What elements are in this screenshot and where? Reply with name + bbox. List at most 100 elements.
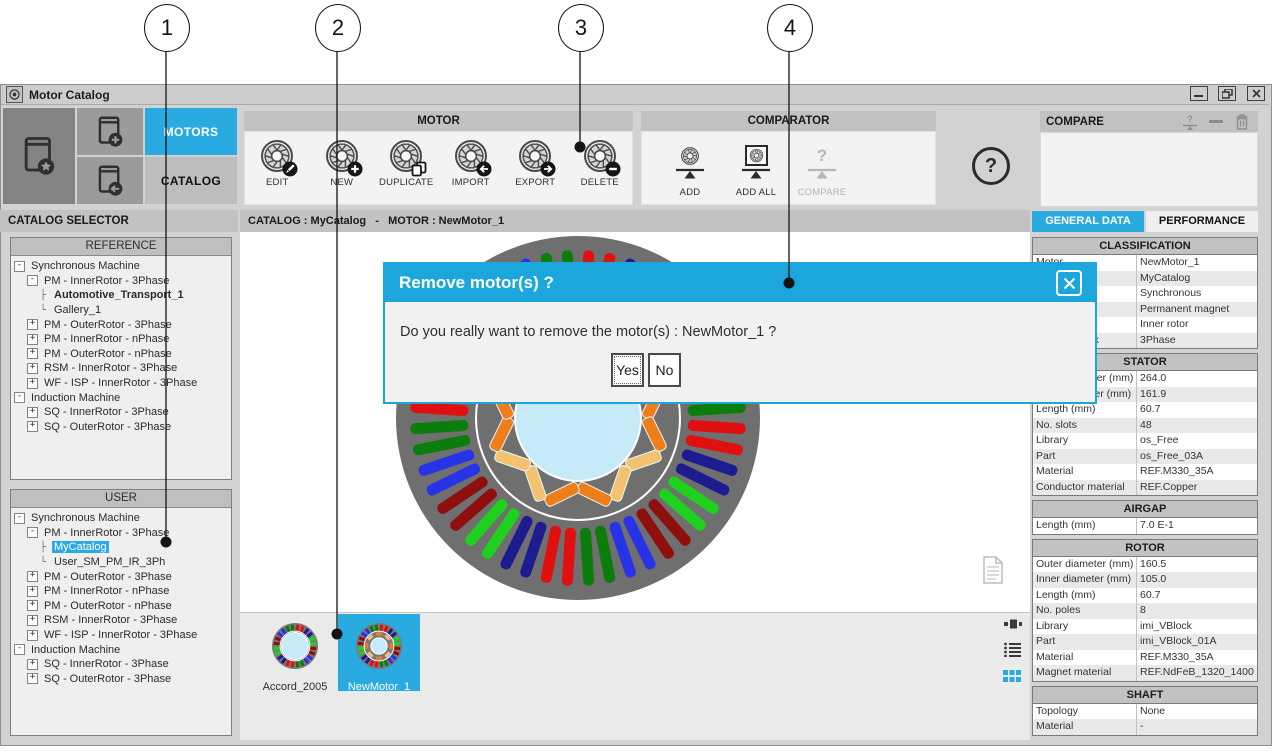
- dialog-close-icon[interactable]: [1056, 270, 1082, 296]
- tree-expander-icon[interactable]: +: [27, 600, 38, 611]
- tree-expander-icon[interactable]: +: [27, 319, 38, 330]
- close-icon[interactable]: [1247, 86, 1265, 101]
- trash-icon[interactable]: [1230, 113, 1254, 130]
- tab-performance[interactable]: PERFORMANCE: [1146, 211, 1258, 232]
- user-item-mycatalog[interactable]: ├MyCatalog: [11, 540, 231, 555]
- tree-expander-icon[interactable]: -: [14, 261, 25, 272]
- reference-item-pm-outerrotor-nphase[interactable]: + PM - OuterRotor - nPhase: [11, 347, 231, 362]
- compare-icon[interactable]: ?: [1178, 113, 1202, 130]
- help-icon[interactable]: ?: [972, 147, 1010, 185]
- balance-icon: [741, 168, 771, 179]
- comparator-button-compare: ? COMPARE: [796, 140, 848, 198]
- motor-toolbar-title: MOTOR: [244, 111, 633, 131]
- row-label: Conductor material: [1033, 480, 1137, 496]
- import-catalog-button[interactable]: [77, 157, 143, 204]
- tree-expander-icon[interactable]: -: [14, 392, 25, 403]
- tree-item-label: WF - ISP - InnerRotor - 3Phase: [42, 377, 199, 389]
- tree-item-label: User_SM_PM_IR_3Ph: [52, 556, 167, 568]
- tree-expander-icon[interactable]: +: [27, 659, 38, 670]
- row-label: Inner diameter (mm): [1033, 572, 1137, 588]
- tree-expander-icon[interactable]: +: [27, 630, 38, 641]
- reference-item-sq-outerrotor-3phase[interactable]: + SQ - OuterRotor - 3Phase: [11, 420, 231, 435]
- table-row: Length (mm)60.7: [1033, 402, 1257, 418]
- reference-item-induction-machine[interactable]: -Induction Machine: [11, 390, 231, 405]
- row-value: 7.0 E-1: [1137, 518, 1257, 534]
- tree-item-label: Induction Machine: [29, 644, 122, 656]
- user-item-sq-innerrotor-3phase[interactable]: + SQ - InnerRotor - 3Phase: [11, 657, 231, 672]
- plus-icon: [347, 161, 363, 177]
- toolbar-button-edit[interactable]: EDIT: [248, 138, 306, 188]
- tree-item-label: PM - OuterRotor - nPhase: [42, 348, 174, 360]
- tab-catalog[interactable]: CATALOG: [145, 157, 237, 204]
- thumbnail-newmotor-1[interactable]: NewMotor_1: [338, 614, 420, 691]
- restore-icon[interactable]: [1218, 86, 1236, 101]
- tree-expander-icon[interactable]: +: [27, 673, 38, 684]
- user-item-pm-outerrotor-nphase[interactable]: +PM - OuterRotor - nPhase: [11, 599, 231, 614]
- remove-from-compare-icon[interactable]: [1204, 113, 1228, 130]
- tree-expander-icon[interactable]: +: [27, 334, 38, 345]
- user-item-user-sm-pm-ir-3ph[interactable]: └User_SM_PM_IR_3Ph: [11, 555, 231, 570]
- boxed-rotor-icon: [745, 145, 768, 166]
- user-item-pm-innerrotor-nphase[interactable]: +PM - InnerRotor - nPhase: [11, 584, 231, 599]
- user-item-sq-outerrotor-3phase[interactable]: +SQ - OuterRotor - 3Phase: [11, 672, 231, 687]
- new-catalog-button[interactable]: [77, 108, 143, 155]
- user-item-rsm-innerrotor-3phase[interactable]: +RSM - InnerRotor - 3Phase: [11, 613, 231, 628]
- user-item-pm-outerrotor-3phase[interactable]: +PM - OuterRotor - 3Phase: [11, 569, 231, 584]
- toolbar-button-duplicate[interactable]: DUPLICATE: [377, 138, 435, 188]
- table-row: TopologyNone: [1033, 704, 1257, 720]
- toolbar-button-export[interactable]: EXPORT: [506, 138, 564, 188]
- reference-item-sq-innerrotor-3phase[interactable]: +SQ - InnerRotor - 3Phase: [11, 405, 231, 420]
- list-view-icon[interactable]: [1004, 642, 1021, 662]
- table-row: Inner diameter (mm)105.0: [1033, 572, 1257, 588]
- reference-item-automotive-transport-1[interactable]: ├Automotive_Transport_1: [11, 288, 231, 303]
- user-item-wf-isp-innerrotor-3phase[interactable]: +WF - ISP - InnerRotor - 3Phase: [11, 628, 231, 643]
- user-item-induction-machine[interactable]: -Induction Machine: [11, 642, 231, 657]
- reference-item-pm-outerrotor-3phase[interactable]: +PM - OuterRotor - 3Phase: [11, 317, 231, 332]
- tab-general-data[interactable]: GENERAL DATA: [1032, 211, 1144, 232]
- reference-item-pm-innerrotor-3phase[interactable]: -PM - InnerRotor - 3Phase: [11, 274, 231, 289]
- svg-text:?: ?: [1187, 114, 1193, 124]
- grid-view-icon[interactable]: [1003, 670, 1022, 688]
- reference-item-synchronous-machine[interactable]: -Synchronous Machine: [11, 259, 231, 274]
- compare-panel-body: [1040, 132, 1258, 207]
- tree-expander-icon[interactable]: +: [27, 407, 38, 418]
- tree-expander-icon[interactable]: -: [27, 275, 38, 286]
- remove-motor-dialog: Remove motor(s) ? Do you really want to …: [383, 262, 1097, 404]
- tree-expander-icon[interactable]: -: [27, 527, 38, 538]
- tree-item-label: SQ - InnerRotor - 3Phase: [42, 658, 171, 670]
- tree-expander-icon[interactable]: +: [27, 586, 38, 597]
- tree-expander-icon[interactable]: +: [27, 571, 38, 582]
- tree-expander-icon[interactable]: +: [27, 348, 38, 359]
- tree-expander-icon[interactable]: +: [27, 378, 38, 389]
- toolbar-button-delete[interactable]: DELETE: [571, 138, 629, 188]
- minimize-icon[interactable]: [1190, 86, 1208, 101]
- tree-expander-icon[interactable]: +: [27, 421, 38, 432]
- toolbar-button-import[interactable]: IMPORT: [442, 138, 500, 188]
- tree-item-label: SQ - OuterRotor - 3Phase: [42, 421, 173, 433]
- reference-item-rsm-innerrotor-3phase[interactable]: +RSM - InnerRotor - 3Phase: [11, 361, 231, 376]
- balance-icon: [807, 168, 837, 179]
- reference-item-wf-isp-innerrotor-3phase[interactable]: + WF - ISP - InnerRotor - 3Phase: [11, 376, 231, 391]
- motor-catalog-app: Motor Catalog MOTORS CATALOG MOTOR EDIT …: [0, 0, 1272, 755]
- tree-expander-icon[interactable]: -: [14, 513, 25, 524]
- yes-button[interactable]: Yes: [611, 353, 644, 387]
- tree-expander-icon[interactable]: -: [14, 644, 25, 655]
- reference-item-pm-innerrotor-nphase[interactable]: +PM - InnerRotor - nPhase: [11, 332, 231, 347]
- tab-motors[interactable]: MOTORS: [145, 108, 237, 155]
- row-value: 105.0: [1137, 572, 1257, 588]
- catalog-favorites-button[interactable]: [3, 108, 75, 204]
- report-document-icon[interactable]: [983, 556, 1003, 589]
- comparator-toolbar: ADD ADD ALL ? COMPARE: [641, 131, 936, 205]
- tree-expander-icon[interactable]: +: [27, 363, 38, 374]
- reference-item-gallery-1[interactable]: └Gallery_1: [11, 303, 231, 318]
- comparator-button-add-all[interactable]: ADD ALL: [730, 140, 782, 198]
- thumbnail-accord-2005[interactable]: Accord_2005: [254, 614, 336, 691]
- user-item-synchronous-machine[interactable]: -Synchronous Machine: [11, 511, 231, 526]
- toolbar-button-new[interactable]: NEW: [313, 138, 371, 188]
- user-item-pm-innerrotor-3phase[interactable]: -PM - InnerRotor - 3Phase: [11, 526, 231, 541]
- comparator-button-add[interactable]: ADD: [664, 140, 716, 198]
- thumbnail-size-icon[interactable]: [1004, 616, 1022, 634]
- no-button[interactable]: No: [648, 353, 681, 387]
- row-label: Outer diameter (mm): [1033, 557, 1137, 573]
- tree-expander-icon[interactable]: +: [27, 615, 38, 626]
